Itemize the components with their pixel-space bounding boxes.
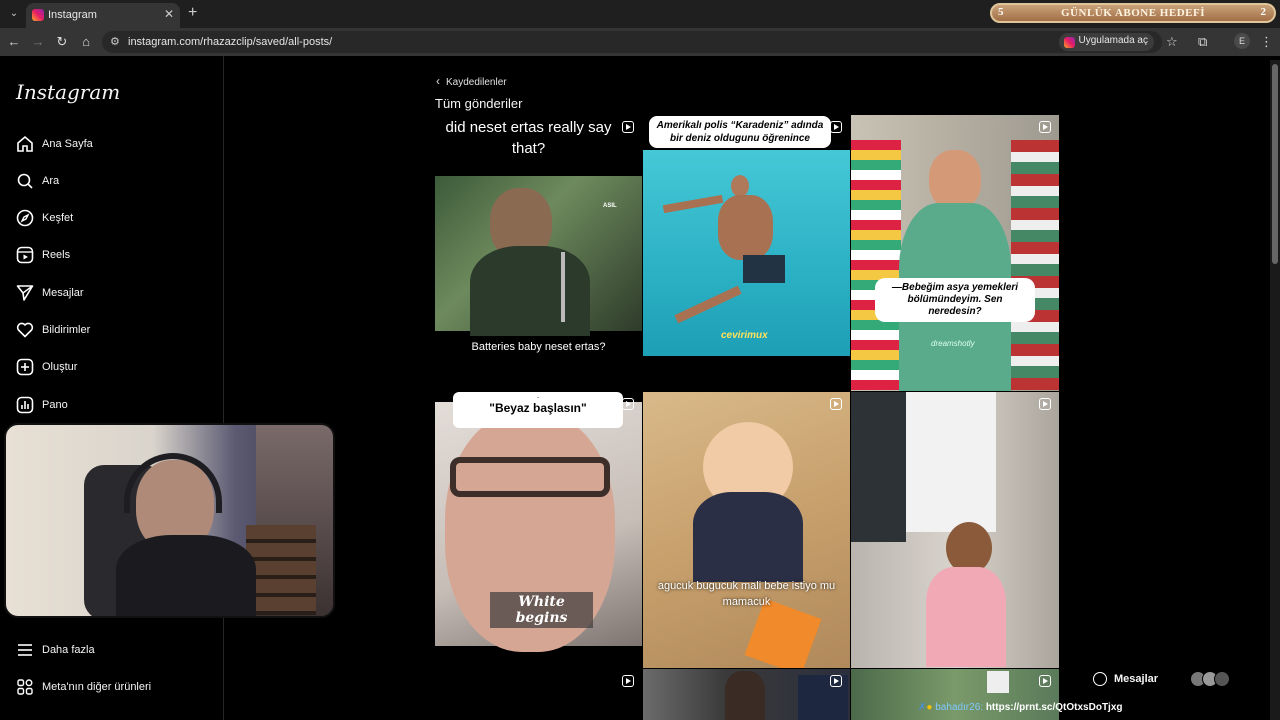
send-icon [16,285,34,301]
tab-search-button[interactable]: ⌄ [4,4,24,24]
scrollbar-thumb[interactable] [1272,64,1278,264]
heart-icon [16,322,34,338]
page-title: Tüm gönderiler [435,96,523,111]
browser-tabbar: ⌄ Instagram ✕ + 5 GÜNLÜK ABONE HEDEFİ 2 [0,0,1280,28]
nav-create[interactable]: Oluştur [16,358,206,382]
page-scrollbar[interactable] [1270,60,1280,720]
address-bar[interactable]: ⚙ instagram.com/rhazazclip/saved/all-pos… [102,31,1162,53]
site-info-icon[interactable]: ⚙ [110,35,120,48]
post-dot: . [536,392,540,400]
forward-icon[interactable]: → [30,34,46,49]
nav-messages[interactable]: Mesajlar [16,284,206,308]
reload-icon[interactable]: ↻ [54,34,70,50]
home-icon [17,135,33,152]
browser-toolbar: ← → ↻ ⌂ ⚙ instagram.com/rhazazclip/saved… [0,28,1280,56]
reels-icon [16,246,34,264]
instagram-favicon-icon [32,9,44,21]
chat-text: https://prnt.sc/QtOtxsDoTjxg [985,702,1123,713]
reel-icon [830,121,842,133]
nav-dashboard[interactable]: Pano [16,396,206,420]
messages-floating-button[interactable]: Mesajlar [1086,664,1246,698]
reel-icon [1039,398,1051,410]
nav-explore[interactable]: Keşfet [16,209,206,233]
post-caption: agucuk bugucuk mali bebe istiyo mu mamac… [657,580,836,608]
nav-reels[interactable]: Reels [16,246,206,270]
saved-post[interactable] [851,392,1059,668]
post-speech-bubble: —Bebeğim asya yemekleri bölümündeyim. Se… [875,278,1035,322]
instagram-sidebar: Instagram Ana Sayfa Ara Keşfet Reels Mes… [0,56,224,720]
back-icon[interactable]: ← [6,34,22,49]
reel-icon [830,398,842,410]
reel-icon [622,675,634,687]
reel-icon [622,121,634,133]
compass-icon [16,209,34,227]
chat-username: bahadır26: [935,702,984,713]
post-watermark: cevirimux [721,330,768,341]
reel-icon [1039,675,1051,687]
instagram-app-icon [1063,37,1075,48]
saved-post[interactable]: —Bebeğim asya yemekleri bölümündeyim. Se… [851,115,1059,391]
avatar [1214,671,1230,687]
tab-title: Instagram [48,9,97,21]
saved-post[interactable]: agucuk bugucuk mali bebe istiyo mu mamac… [643,392,850,668]
reel-icon [1039,121,1051,133]
bookmark-star-icon[interactable]: ☆ [1166,34,1178,50]
post-top-text: Amerikalı polis “Karadeniz” adında bir d… [649,116,831,148]
chat-badge-icon: ● [926,702,933,713]
post-image: ASIL [435,176,642,336]
subscriber-goal-overlay: 5 GÜNLÜK ABONE HEDEFİ 2 [990,3,1276,23]
messenger-icon [1093,672,1107,686]
post-top-text: "Beyaz başlasın" [489,401,587,415]
chevron-left-icon: ‹ [436,74,440,88]
extensions-icon[interactable]: ⧉ [1198,34,1207,50]
back-to-saved-link[interactable]: ‹ Kaydedilenler [436,74,507,88]
menu-icon [18,644,32,656]
post-watermark: dreamshotly [931,339,975,348]
tab-close-icon[interactable]: ✕ [164,7,174,21]
grid-icon [17,679,33,695]
saved-post[interactable]: did neset ertas really say that? ASIL Ba… [435,115,642,391]
reel-icon [830,675,842,687]
post-bottom-text: White begins [490,592,593,628]
post-tag: ASIL [603,203,617,209]
new-tab-button[interactable]: + [188,4,197,22]
dashboard-icon [16,396,34,414]
plus-icon [16,358,34,376]
nav-home[interactable]: Ana Sayfa [16,135,206,159]
post-top-text: did neset ertas really say that? [445,119,612,157]
saved-post[interactable] [643,669,850,720]
stream-chat-message: ✗● bahadır26: https://prnt.sc/QtOtxsDoTj… [918,702,1123,713]
post-top-banner: . "Beyaz başlasın" [453,392,623,428]
nav-meta-products[interactable]: Meta'nın diğer ürünleri [16,678,206,702]
saved-post[interactable] [435,669,642,720]
streamer-webcam-overlay [4,423,335,618]
saved-post[interactable]: . "Beyaz başlasın" White begins [435,392,642,668]
saved-posts-grid: did neset ertas really say that? ASIL Ba… [435,115,1059,720]
post-image [926,567,1006,667]
url-text: instagram.com/rhazazclip/saved/all-posts… [128,36,333,48]
search-icon [17,173,33,189]
saved-post[interactable]: cevirimux Amerikalı polis “Karadeniz” ad… [643,115,850,391]
browser-menu-icon[interactable]: ⋮ [1260,34,1273,50]
post-image: cevirimux [643,150,850,356]
profile-avatar[interactable]: E [1234,33,1250,49]
browser-tab[interactable]: Instagram ✕ [26,3,180,28]
goal-target: 2 [1260,6,1267,18]
home-icon[interactable]: ⌂ [78,34,94,49]
nav-notifications[interactable]: Bildirimler [16,321,206,345]
instagram-logo[interactable]: Instagram [16,80,120,104]
goal-title: GÜNLÜK ABONE HEDEFİ [1061,7,1205,19]
nav-search[interactable]: Ara [16,172,206,196]
reel-icon [622,398,634,410]
nav-more[interactable]: Daha fazla [16,641,206,665]
post-bottom-text: Batteries baby neset ertas? [471,341,606,353]
open-in-app-button[interactable]: Uygulamada aç [1058,33,1154,51]
